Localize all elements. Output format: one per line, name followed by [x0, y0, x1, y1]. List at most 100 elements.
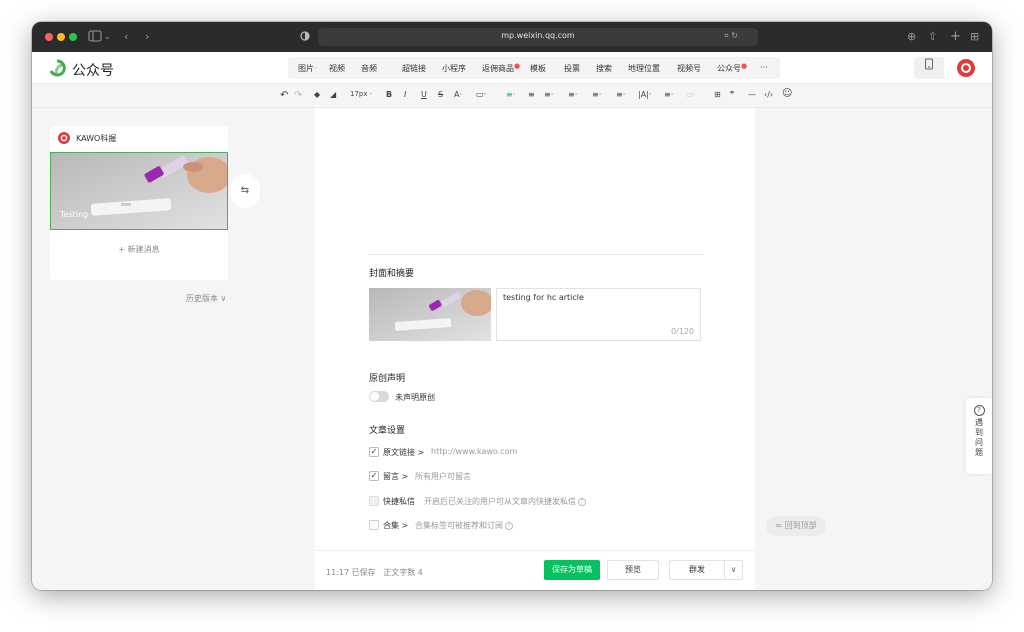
- help-tab[interactable]: ? 遇到问题: [966, 398, 992, 474]
- comments-checkbox[interactable]: ✓: [369, 471, 379, 481]
- new-message-button[interactable]: + 新建消息: [50, 244, 228, 255]
- insert-hyperlink[interactable]: 超链接: [402, 63, 426, 74]
- line-spacing-button[interactable]: ≡·: [568, 90, 577, 99]
- font-size-select[interactable]: 17px ·: [350, 90, 372, 98]
- help-text: 遇到问题: [975, 418, 983, 457]
- format-painter-icon[interactable]: ◆: [314, 90, 320, 99]
- insert-commission-goods[interactable]: 返佣商品●: [482, 62, 520, 74]
- cover-test-kit-image: [369, 288, 491, 341]
- history-version-link[interactable]: 历史版本 ∨: [186, 293, 226, 304]
- collection-label[interactable]: 合集 >: [383, 520, 408, 531]
- strikethrough-button[interactable]: S: [438, 90, 443, 99]
- info-icon[interactable]: !: [578, 497, 586, 506]
- original-toggle-label: 未声明原创: [395, 393, 435, 402]
- collection-checkbox[interactable]: [369, 520, 379, 530]
- insert-vote[interactable]: 投票: [564, 63, 580, 74]
- save-draft-button[interactable]: 保存为草稿: [544, 560, 600, 580]
- article-settings-title: 文章设置: [369, 426, 406, 436]
- quick-message-label: 快捷私信: [383, 497, 415, 506]
- summary-char-count: 0/120: [670, 327, 694, 336]
- insert-bar: 图片· 视频 音频 超链接 小程序 返佣商品● 模板 投票 搜索 地理位置 视频…: [288, 57, 780, 79]
- insert-template[interactable]: 模板: [530, 63, 546, 74]
- indent-button[interactable]: ≡·: [544, 90, 553, 99]
- insert-location[interactable]: 地理位置: [628, 63, 660, 74]
- format-toolbar: ↶ ↷ ◆ ◢ 17px · B I U S A· ▭· ≡· ≡ ≡· ≡· …: [32, 84, 992, 108]
- chevron-down-icon[interactable]: ∨: [724, 561, 742, 579]
- preview-button[interactable]: 预览: [607, 560, 659, 580]
- bold-button[interactable]: B: [386, 90, 392, 99]
- original-toggle[interactable]: [369, 391, 389, 402]
- ordered-list-button[interactable]: ≡·: [664, 90, 673, 99]
- divider: [369, 254, 703, 255]
- save-status: 11:17 已保存 正文字数 4: [326, 568, 423, 577]
- article-thumbnail[interactable]: Testing: [50, 152, 228, 230]
- background-color-button[interactable]: ▭·: [476, 90, 486, 99]
- code-icon[interactable]: ‹/›: [764, 90, 773, 99]
- horizontal-rule-icon[interactable]: —: [748, 90, 756, 99]
- table-icon[interactable]: ⊞: [714, 90, 721, 99]
- bullet-list-button[interactable]: ▭·: [686, 90, 696, 99]
- insert-channels[interactable]: 视频号: [677, 63, 701, 74]
- insert-audio[interactable]: 音频: [361, 63, 377, 74]
- underline-button[interactable]: U: [421, 90, 427, 99]
- original-link-label[interactable]: 原文链接 >: [383, 447, 424, 458]
- editor-panel: 封面和摘要 testing for hc article 0/120 原创声明 …: [315, 108, 755, 590]
- tab-overview-icon[interactable]: ⊞: [970, 30, 979, 44]
- info-icon[interactable]: !: [505, 521, 513, 530]
- help-icon: ?: [973, 405, 985, 416]
- list-button[interactable]: ≡·: [616, 90, 625, 99]
- align-center-button[interactable]: ≡: [528, 90, 535, 99]
- summary-textarea[interactable]: testing for hc article 0/120: [496, 288, 701, 341]
- new-tab-icon[interactable]: +: [950, 30, 961, 44]
- publish-label: 群发: [689, 565, 705, 574]
- shield-icon[interactable]: [300, 30, 310, 46]
- sidebar-icon[interactable]: [88, 30, 102, 46]
- font-color-button[interactable]: A·: [454, 90, 462, 99]
- insert-search[interactable]: 搜索: [596, 63, 612, 74]
- original-link-url[interactable]: http://www.kawo.com: [431, 447, 517, 456]
- more-insert-button[interactable]: ···: [760, 63, 768, 72]
- insert-image[interactable]: 图片·: [298, 63, 317, 74]
- original-declaration-title: 原创声明: [369, 374, 406, 384]
- clear-format-icon[interactable]: ◢: [330, 90, 336, 99]
- download-icon[interactable]: ⊕: [907, 30, 916, 44]
- swap-icon[interactable]: ⇆: [230, 174, 260, 208]
- mp-header: 公众号 图片· 视频 音频 超链接 小程序 返佣商品● 模板 投票 搜索 地理位…: [32, 52, 992, 84]
- account-avatar[interactable]: [957, 59, 975, 77]
- forward-icon[interactable]: ›: [145, 30, 149, 44]
- back-to-top-button[interactable]: ≈ 回到顶部: [766, 516, 826, 536]
- original-link-checkbox[interactable]: ✓: [369, 447, 379, 457]
- comments-label[interactable]: 留言 >: [383, 471, 408, 482]
- cover-image[interactable]: [369, 288, 491, 341]
- chevron-down-icon[interactable]: ⌄: [104, 30, 111, 44]
- redo-icon[interactable]: ↷: [294, 90, 302, 101]
- address-bar[interactable]: mp.weixin.qq.com ⌗ ↻: [318, 28, 758, 46]
- bottom-action-bar: 11:17 已保存 正文字数 4 保存为草稿 预览 群发 ∨: [315, 550, 755, 590]
- back-icon[interactable]: ‹: [124, 30, 128, 44]
- insert-video[interactable]: 视频: [329, 63, 345, 74]
- align-left-button[interactable]: ≡·: [506, 90, 515, 99]
- publish-button[interactable]: 群发 ∨: [669, 560, 743, 580]
- wechat-mp-logo-icon: [49, 59, 66, 77]
- insert-miniprogram[interactable]: 小程序: [442, 63, 466, 74]
- url-text: mp.weixin.qq.com: [501, 31, 575, 40]
- share-icon[interactable]: ⇧: [928, 30, 937, 44]
- italic-button[interactable]: I: [404, 90, 406, 99]
- undo-icon[interactable]: ↶: [280, 90, 288, 101]
- browser-window: ⌄ ‹ › mp.weixin.qq.com ⌗ ↻ ⊕ ⇧ + ⊞ 公众号 图…: [32, 22, 992, 590]
- word-count: 正文字数 4: [383, 568, 423, 577]
- insert-official-account[interactable]: 公众号●: [717, 62, 747, 74]
- quote-icon[interactable]: ❞: [730, 90, 734, 99]
- mobile-preview-button[interactable]: [914, 57, 944, 79]
- quick-message-checkbox[interactable]: [369, 496, 379, 506]
- close-window-button[interactable]: [45, 33, 53, 41]
- paragraph-spacing-button[interactable]: ≡·: [592, 90, 601, 99]
- translate-reload-icons[interactable]: ⌗ ↻: [724, 31, 738, 41]
- minimize-window-button[interactable]: [57, 33, 65, 41]
- cover-summary-title: 封面和摘要: [369, 269, 415, 279]
- emoji-icon[interactable]: ☺: [782, 88, 792, 99]
- letter-spacing-button[interactable]: |A|·: [638, 90, 651, 99]
- zoom-window-button[interactable]: [69, 33, 77, 41]
- brand-title: 公众号: [72, 63, 114, 79]
- safari-titlebar: ⌄ ‹ › mp.weixin.qq.com ⌗ ↻ ⊕ ⇧ + ⊞: [32, 22, 992, 52]
